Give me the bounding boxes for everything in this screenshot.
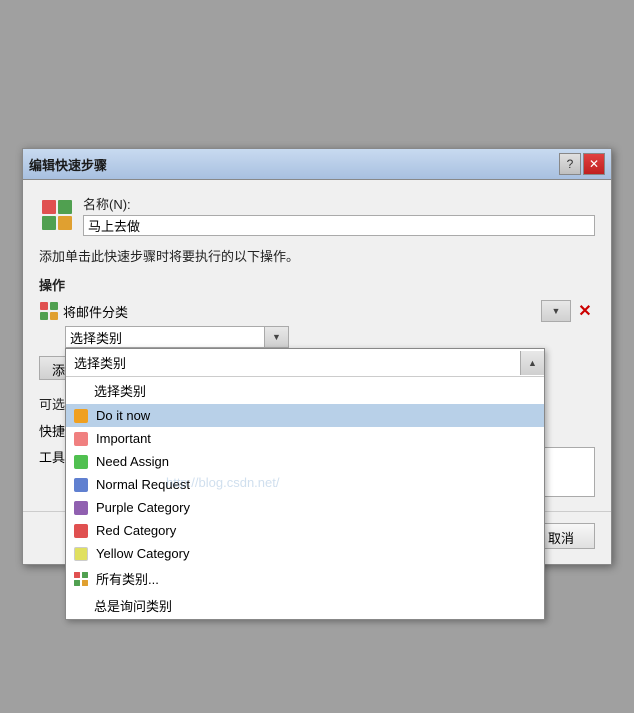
operations-label: 操作	[39, 275, 595, 294]
quickstep-icon	[39, 197, 75, 233]
operation-label: 将邮件分类	[63, 302, 537, 321]
category-dropdown-menu: 选择类别 ▲ 选择类别 Do it now	[65, 348, 545, 620]
dropdown-header: 选择类别 ▲	[66, 349, 544, 377]
color-dot-yellow-category	[74, 547, 88, 561]
color-dot-purple-category	[74, 501, 88, 515]
operation-dropdown[interactable]: ▼	[541, 300, 571, 322]
title-bar: 编辑快速步骤 ? ✕	[23, 149, 611, 180]
dropdown-item-always-ask[interactable]: 总是询问类别	[66, 592, 544, 619]
dialog-body: 名称(N): 添加单击此快速步骤时将要执行的以下操作。 操作 将邮件分类	[23, 180, 611, 511]
operation-row: 将邮件分类 ▼ ✕	[39, 300, 595, 322]
help-button[interactable]: ?	[559, 153, 581, 175]
category-select-button[interactable]: 选择类别	[65, 326, 265, 348]
edit-quickstep-dialog: 编辑快速步骤 ? ✕ 名称(N):	[22, 148, 612, 565]
category-select-row: 选择类别 ▼	[65, 326, 595, 348]
color-dot-red-category	[74, 524, 88, 538]
dropdown-item-normal-request[interactable]: Normal Request http://blog.csdn.net/	[66, 473, 544, 496]
chevron-up-icon: ▲	[528, 358, 537, 368]
name-label: 名称(N):	[83, 194, 595, 213]
dropdown-header-text: 选择类别	[66, 349, 520, 376]
all-categories-icon	[74, 572, 88, 586]
dropdown-item-purple-category[interactable]: Purple Category	[66, 496, 544, 519]
operations-area: 操作 将邮件分类 ▼ ✕	[39, 275, 595, 380]
dropdown-item-need-assign[interactable]: Need Assign	[66, 450, 544, 473]
dropdown-item-all-categories[interactable]: 所有类别...	[66, 565, 544, 592]
name-input[interactable]	[83, 215, 595, 236]
color-dot-do-it-now	[74, 409, 88, 423]
name-field-row: 名称(N):	[39, 194, 595, 236]
close-button[interactable]: ✕	[583, 153, 605, 175]
description-text: 添加单击此快速步骤时将要执行的以下操作。	[39, 246, 595, 265]
dropdown-item-red-category[interactable]: Red Category	[66, 519, 544, 542]
title-buttons: ? ✕	[559, 153, 605, 175]
chevron-down-icon: ▼	[552, 306, 561, 316]
operation-icon	[39, 301, 59, 321]
category-dropdown-arrow[interactable]: ▼	[265, 326, 289, 348]
color-dot-important	[74, 432, 88, 446]
dropdown-item-important[interactable]: Important	[66, 427, 544, 450]
color-dot-normal-request	[74, 478, 88, 492]
operation-delete-button[interactable]: ✕	[575, 301, 595, 321]
chevron-down-icon: ▼	[272, 332, 281, 342]
dropdown-item-placeholder[interactable]: 选择类别	[66, 377, 544, 404]
dropdown-item-do-it-now[interactable]: Do it now	[66, 404, 544, 427]
dropdown-close-btn[interactable]: ▲	[520, 351, 544, 375]
dialog-title: 编辑快速步骤	[29, 155, 107, 174]
category-select-container: 选择类别 ▼ 选择类别 ▲ 选择类别	[65, 326, 595, 348]
color-dot-need-assign	[74, 455, 88, 469]
dropdown-item-yellow-category[interactable]: Yellow Category	[66, 542, 544, 565]
